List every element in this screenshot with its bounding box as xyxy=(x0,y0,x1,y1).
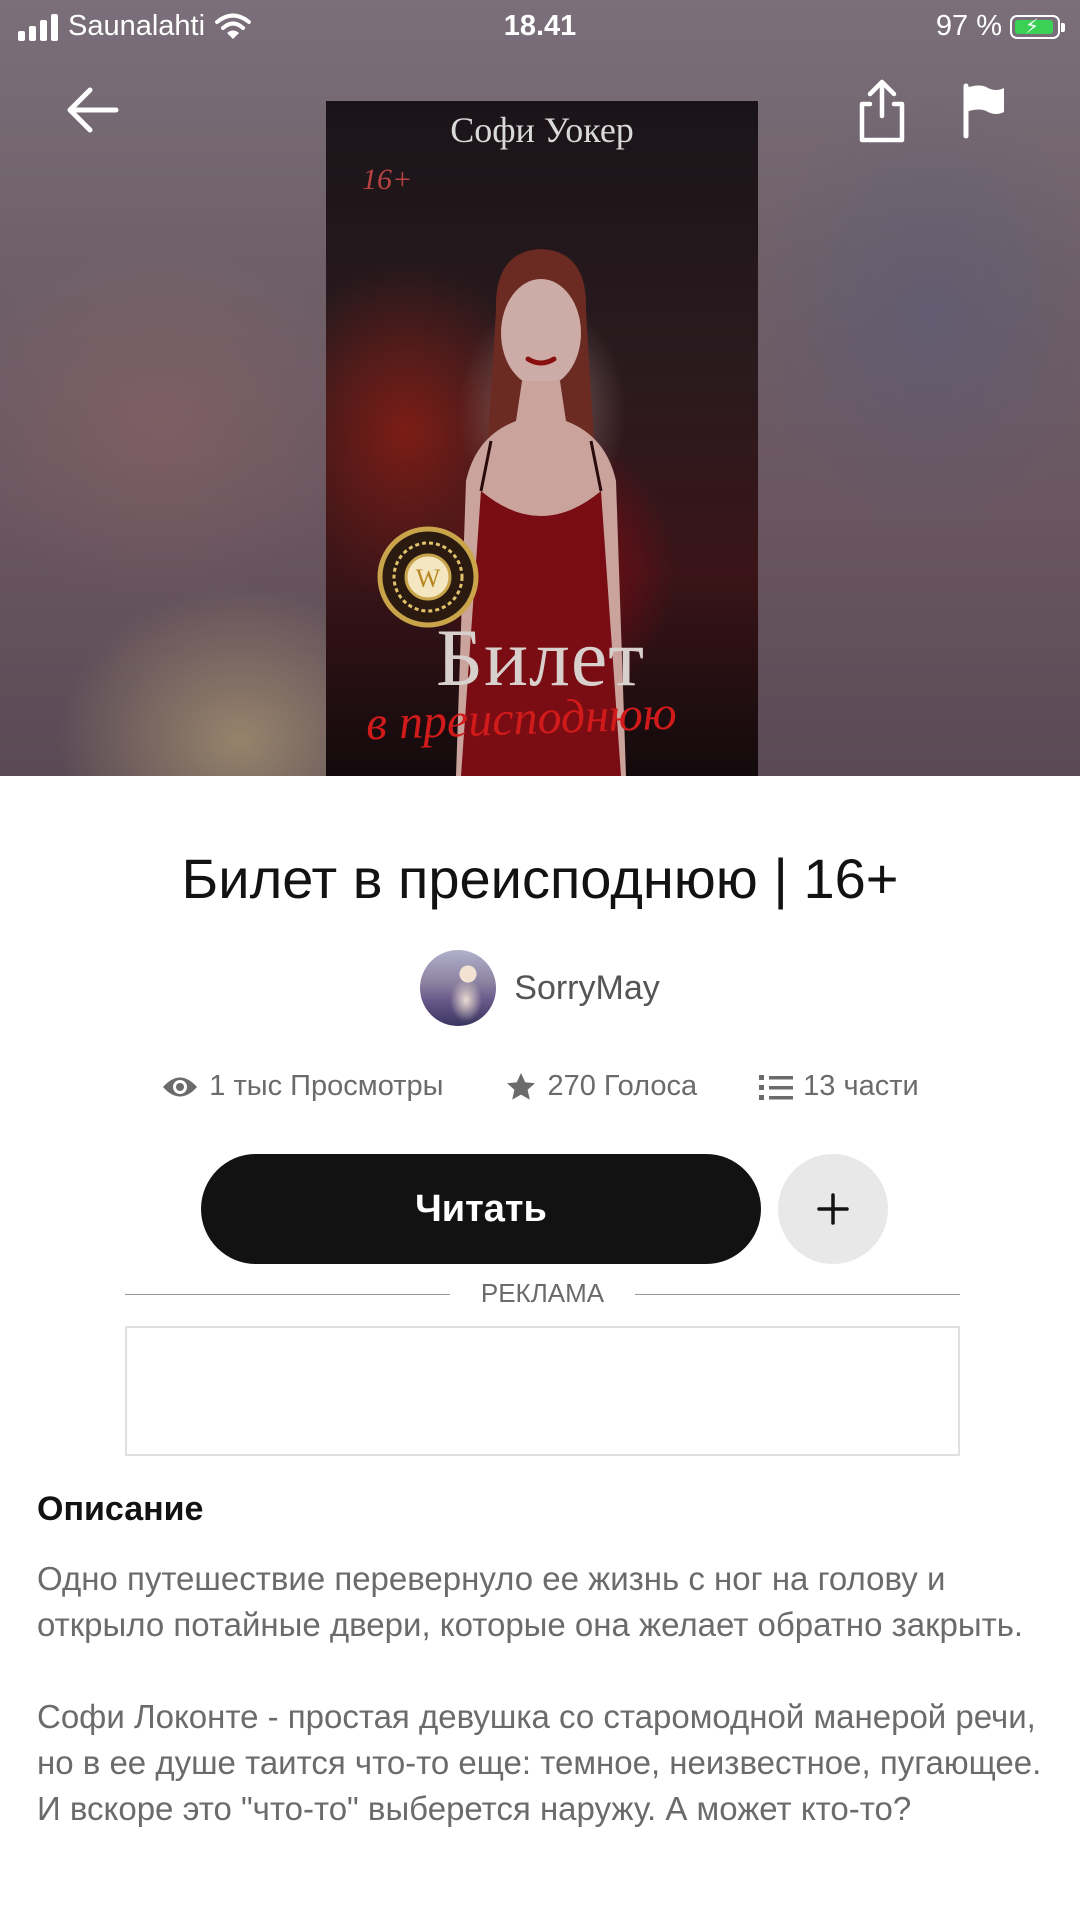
status-time: 18.41 xyxy=(503,10,577,42)
add-to-library-button[interactable] xyxy=(778,1154,888,1264)
description-paragraph: Одно путешествие перевернуло ее жизнь с … xyxy=(37,1560,1024,1643)
author-row[interactable]: SorryMay xyxy=(0,950,1080,1026)
seal-letter: W xyxy=(416,564,441,593)
parts-count[interactable]: 13 части xyxy=(803,1070,919,1103)
battery-percent: 97 % xyxy=(935,10,1002,42)
votes-count: 270 Голоса xyxy=(547,1070,698,1102)
flag-icon xyxy=(963,83,1004,139)
read-button[interactable]: Читать xyxy=(201,1154,761,1264)
status-bar: Saunalahti 18.41 97 % ⚡ xyxy=(0,0,1080,58)
plus-icon xyxy=(817,1193,849,1225)
divider-line xyxy=(635,1294,960,1295)
hero-backdrop: Saunalahti 18.41 97 % ⚡ Софи Уокер 16+ W… xyxy=(0,0,1080,776)
cover-age-badge: 16+ xyxy=(362,163,413,196)
author-name[interactable]: SorryMay xyxy=(514,969,659,1008)
eye-icon xyxy=(163,1077,198,1096)
description-paragraph: Софи Локонте - простая девушка со старом… xyxy=(37,1698,1042,1827)
cover-subtitle: в преисподнюю xyxy=(365,686,678,751)
votes-stat: 270 Голоса xyxy=(505,1070,697,1103)
arrow-left-icon xyxy=(67,87,119,133)
parts-stat[interactable]: 13 части xyxy=(759,1070,919,1103)
views-stat: 1 тыс Просмотры xyxy=(161,1070,443,1103)
ad-slot[interactable] xyxy=(125,1326,960,1456)
views-count: 1 тыс Просмотры xyxy=(209,1070,444,1102)
status-right: 97 % ⚡ xyxy=(935,10,1065,43)
ad-divider: РЕКЛАМА xyxy=(125,1278,960,1312)
stats-row: 1 тыс Просмотры 270 Голоса 13 части xyxy=(0,1070,1080,1103)
description-heading: Описание xyxy=(37,1490,204,1528)
share-icon xyxy=(859,79,905,143)
author-avatar[interactable] xyxy=(420,950,497,1026)
star-icon xyxy=(507,1072,536,1100)
share-button[interactable] xyxy=(852,76,912,146)
cover-author: Софи Уокер xyxy=(450,110,634,150)
back-button[interactable] xyxy=(62,80,122,140)
book-cover: Софи Уокер 16+ W Билет в преисподнюю xyxy=(326,101,758,776)
description-text: Одно путешествие перевернуло ее жизнь с … xyxy=(37,1556,1047,1878)
battery-icon: ⚡ xyxy=(1010,14,1065,39)
report-button[interactable] xyxy=(958,80,1008,140)
book-title: Билет в преисподнюю | 16+ xyxy=(181,847,899,910)
list-icon xyxy=(759,1074,794,1100)
